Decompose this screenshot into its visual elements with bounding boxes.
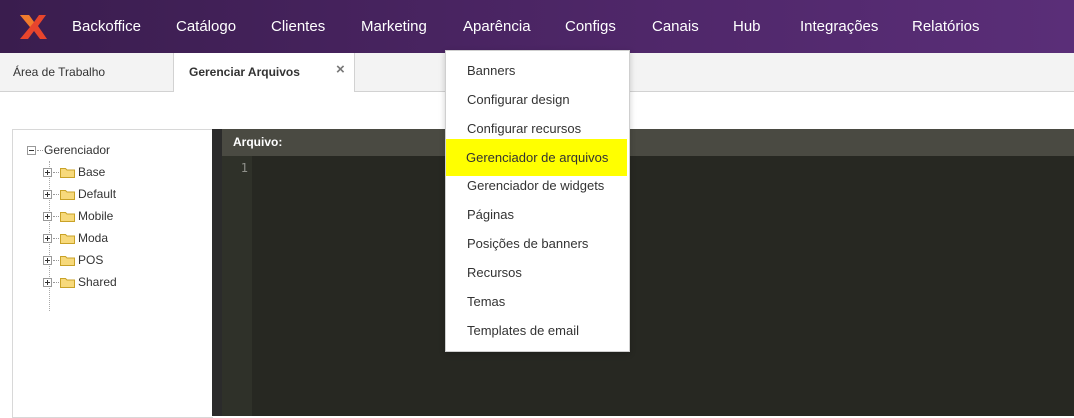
tree-dots xyxy=(53,194,59,196)
editor-gutter: 1 xyxy=(222,156,252,416)
expand-icon[interactable] xyxy=(43,234,52,244)
menu-item-recursos[interactable]: Recursos xyxy=(447,258,627,287)
nav-clientes[interactable]: Clientes xyxy=(271,0,325,53)
nav-canais[interactable]: Canais xyxy=(652,0,699,53)
folder-icon xyxy=(60,278,75,289)
folder-icon xyxy=(60,212,75,223)
expand-icon[interactable] xyxy=(43,278,52,288)
panel-splitter[interactable] xyxy=(212,129,222,416)
nav-catalogo[interactable]: Catálogo xyxy=(176,0,236,53)
line-number: 1 xyxy=(240,161,248,175)
aparencia-dropdown-menu: Banners Configurar design Configurar rec… xyxy=(445,50,630,352)
folder-icon xyxy=(60,190,75,201)
nav-configs[interactable]: Configs xyxy=(565,0,616,53)
code-editor[interactable]: 1 xyxy=(222,156,1074,416)
tree-item-label: Moda xyxy=(78,231,109,245)
nav-hub[interactable]: Hub xyxy=(733,0,761,53)
editor-file-label: Arquivo: xyxy=(233,135,283,149)
menu-item-label: Recursos xyxy=(467,265,522,280)
menu-item-label: Configurar design xyxy=(467,92,570,107)
tree-item-label: POS xyxy=(78,253,104,267)
menu-item-configurar-design[interactable]: Configurar design xyxy=(447,85,627,114)
menu-item-templates-de-email[interactable]: Templates de email xyxy=(447,316,627,345)
folder-icon xyxy=(60,256,75,267)
tree-root-label: Gerenciador xyxy=(44,143,111,157)
tree-item-pos[interactable]: POS xyxy=(43,252,103,268)
nav-aparencia[interactable]: Aparência xyxy=(463,0,531,53)
logo-icon[interactable] xyxy=(16,11,50,43)
tab-area-de-trabalho[interactable]: Área de Trabalho xyxy=(13,53,105,91)
menu-item-label: Temas xyxy=(467,294,506,309)
tree-item-default[interactable]: Default xyxy=(43,186,116,202)
file-tree-panel: Gerenciador Base Default Mobile Moda POS… xyxy=(12,129,213,418)
nav-relatorios[interactable]: Relatórios xyxy=(912,0,980,53)
tree-item-label: Mobile xyxy=(78,209,114,223)
tree-item-label: Base xyxy=(78,165,106,179)
tree-root[interactable]: Gerenciador xyxy=(27,142,110,158)
tree-dots xyxy=(53,216,59,218)
menu-item-label: Templates de email xyxy=(467,323,579,338)
collapse-icon[interactable] xyxy=(27,146,36,156)
nav-marketing[interactable]: Marketing xyxy=(361,0,427,53)
menu-item-label: Banners xyxy=(467,63,516,78)
tab-label: Gerenciar Arquivos xyxy=(189,65,300,79)
menu-item-posicoes-de-banners[interactable]: Posições de banners xyxy=(447,229,627,258)
folder-icon xyxy=(60,234,75,245)
tree-dots xyxy=(53,238,59,240)
tree-dots xyxy=(37,150,43,152)
tab-gerenciar-arquivos[interactable]: Gerenciar Arquivos × xyxy=(173,53,355,92)
menu-item-temas[interactable]: Temas xyxy=(447,287,627,316)
top-navbar: Backoffice Catálogo Clientes Marketing A… xyxy=(0,0,1074,53)
expand-icon[interactable] xyxy=(43,190,52,200)
expand-icon[interactable] xyxy=(43,212,52,222)
menu-item-label: Páginas xyxy=(467,207,514,222)
close-icon[interactable]: × xyxy=(336,53,345,87)
tree-item-label: Shared xyxy=(78,275,117,289)
tree-dots xyxy=(53,282,59,284)
menu-item-label: Gerenciador de widgets xyxy=(467,178,605,193)
nav-integracoes[interactable]: Integrações xyxy=(800,0,878,53)
menu-item-banners[interactable]: Banners xyxy=(447,56,627,85)
tree-item-base[interactable]: Base xyxy=(43,164,105,180)
tree-dots xyxy=(53,172,59,174)
tree-item-shared[interactable]: Shared xyxy=(43,274,117,290)
expand-icon[interactable] xyxy=(43,256,52,266)
tree-item-label: Default xyxy=(78,187,117,201)
menu-item-gerenciador-de-widgets[interactable]: Gerenciador de widgets xyxy=(447,171,627,200)
tree-dots xyxy=(53,260,59,262)
tree-item-mobile[interactable]: Mobile xyxy=(43,208,113,224)
nav-backoffice[interactable]: Backoffice xyxy=(72,0,141,53)
folder-icon xyxy=(60,168,75,179)
editor-header: Arquivo: xyxy=(222,129,1074,156)
tree-item-moda[interactable]: Moda xyxy=(43,230,108,246)
menu-item-label: Posições de banners xyxy=(467,236,589,251)
expand-icon[interactable] xyxy=(43,168,52,178)
menu-item-paginas[interactable]: Páginas xyxy=(447,200,627,229)
